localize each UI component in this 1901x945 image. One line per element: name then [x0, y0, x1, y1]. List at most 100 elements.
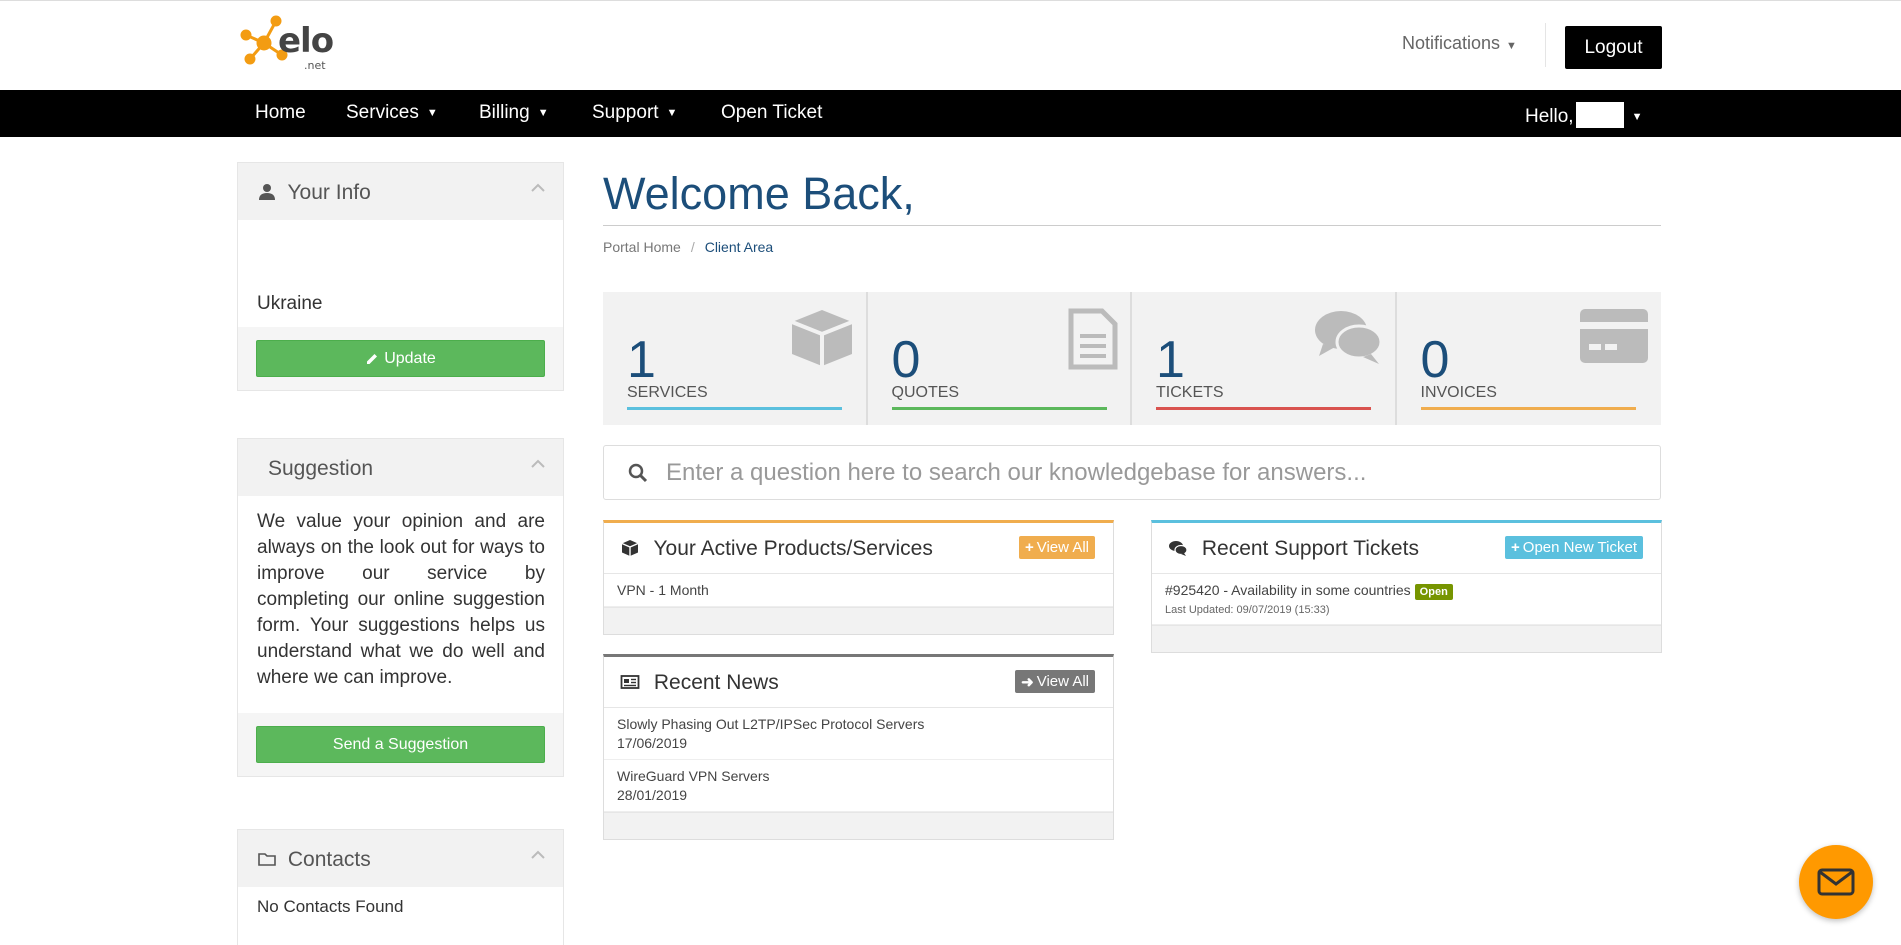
logout-button[interactable]: Logout [1565, 26, 1662, 69]
your-info-panel: Your Info Ukraine Update [237, 162, 564, 391]
chevron-up-icon[interactable] [531, 181, 545, 195]
services-label: SERVICES [627, 384, 708, 401]
contacts-title: Contacts [287, 848, 371, 871]
active-products-header: Your Active Products/Services + View All [604, 523, 1113, 574]
nav-billing[interactable]: Billing ▼ [479, 102, 549, 124]
caret-down-icon: ▼ [666, 107, 678, 119]
logo-suffix: .net [304, 59, 326, 72]
recent-news-title: Recent News [653, 671, 779, 694]
plus-icon: + [1024, 539, 1034, 556]
chat-launcher-button[interactable] [1799, 845, 1873, 919]
notifications-dropdown[interactable]: Notifications ▼ [1402, 33, 1517, 54]
card-footer [604, 607, 1113, 634]
cube-icon [790, 310, 853, 366]
user-icon [259, 184, 275, 200]
open-new-ticket-button[interactable]: + Open New Ticket [1505, 536, 1643, 559]
suggestion-footer: Send a Suggestion [238, 713, 563, 776]
recent-tickets-card: Recent Support Tickets + Open New Ticket … [1151, 520, 1662, 653]
search-input[interactable] [666, 456, 1626, 490]
news-view-all-button[interactable]: ➜ View All [1015, 670, 1095, 693]
document-icon [1068, 308, 1118, 370]
ticket-subject: #925420 - Availability in some countries [1165, 582, 1411, 598]
breadcrumb-portal-home[interactable]: Portal Home [603, 239, 681, 255]
tickets-count: 1 [1156, 331, 1185, 389]
quotes-tile[interactable]: 0 QUOTES [868, 292, 1132, 425]
nav-open-ticket-label: Open Ticket [721, 102, 823, 123]
tickets-tile[interactable]: 1 TICKETS [1132, 292, 1397, 425]
recent-tickets-header: Recent Support Tickets + Open New Ticket [1152, 523, 1661, 574]
recent-news-card: Recent News ➜ View All Slowly Phasing Out… [603, 654, 1114, 840]
knowledgebase-search [603, 445, 1661, 500]
nav-hello-label: Hello, [1525, 106, 1574, 127]
list-item[interactable]: VPN - 1 Month [604, 574, 1113, 607]
contacts-header[interactable]: Contacts [238, 830, 563, 887]
services-count: 1 [627, 331, 656, 389]
nav-support[interactable]: Support ▼ [592, 102, 677, 124]
chevron-up-icon[interactable] [531, 457, 545, 471]
stats-tiles: 1 SERVICES 0 QUOTES 1 TICKETS 0 INVOICES [603, 292, 1661, 425]
suggestion-title: Suggestion [268, 457, 374, 480]
recent-news-header: Recent News ➜ View All [604, 657, 1113, 708]
update-label: Update [384, 349, 436, 367]
send-suggestion-button[interactable]: Send a Suggestion [256, 726, 545, 763]
your-info-header[interactable]: Your Info [238, 163, 563, 220]
your-info-body: Ukraine [238, 220, 563, 327]
chevron-up-icon[interactable] [531, 848, 545, 862]
no-contacts-text: No Contacts Found [257, 897, 404, 916]
your-info-footer: Update [238, 327, 563, 390]
contacts-panel: Contacts No Contacts Found [237, 829, 564, 945]
services-tile[interactable]: 1 SERVICES [603, 292, 868, 425]
header-divider [1545, 23, 1546, 67]
list-item[interactable]: WireGuard VPN Servers 28/01/2019 [604, 760, 1113, 812]
card-footer [604, 812, 1113, 839]
invoices-underline [1420, 407, 1636, 410]
quotes-label: QUOTES [891, 384, 960, 401]
news-date: 17/06/2019 [617, 735, 688, 751]
nav-services[interactable]: Services ▼ [346, 102, 438, 124]
notifications-label: Notifications [1402, 33, 1501, 53]
suggestion-header[interactable]: Suggestion [238, 439, 563, 496]
products-view-all-button[interactable]: + View All [1018, 536, 1095, 559]
logo-word: elo [278, 21, 334, 61]
status-badge: Open [1414, 584, 1453, 600]
product-name: VPN - 1 Month [617, 582, 709, 598]
nav-billing-label: Billing [479, 102, 530, 123]
breadcrumb: Portal Home / Client Area [603, 239, 773, 255]
plus-icon: + [1511, 539, 1520, 556]
your-info-title: Your Info [287, 181, 371, 204]
cube-icon [621, 540, 639, 556]
main-navbar: Home Services ▼ Billing ▼ Support ▼ Open Ti… [0, 90, 1901, 137]
country-text: Ukraine [257, 293, 323, 314]
active-products-title: Your Active Products/Services [653, 537, 933, 560]
title-divider [603, 225, 1661, 226]
envelope-icon [1817, 868, 1855, 896]
caret-down-icon: ▼ [426, 107, 438, 119]
card-footer [1152, 625, 1661, 652]
quotes-count: 0 [891, 331, 921, 389]
tickets-label: TICKETS [1156, 384, 1224, 401]
nav-support-label: Support [592, 102, 659, 123]
redacted-username [1575, 102, 1624, 128]
breadcrumb-client-area: Client Area [704, 239, 774, 255]
invoices-tile[interactable]: 0 INVOICES [1397, 292, 1662, 425]
credit-card-icon [1580, 309, 1648, 363]
newspaper-icon [620, 675, 640, 689]
nav-user-menu[interactable]: Hello, ▼ [1525, 102, 1642, 128]
products-view-all-label: View All [1036, 539, 1089, 556]
news-date: 28/01/2019 [617, 787, 688, 803]
update-button[interactable]: Update [256, 340, 545, 377]
list-item[interactable]: Slowly Phasing Out L2TP/IPSec Protocol S… [604, 708, 1113, 760]
folder-icon [258, 853, 276, 866]
invoices-label: INVOICES [1420, 384, 1497, 401]
news-title: WireGuard VPN Servers [617, 768, 770, 784]
top-header: elo .net Notifications ▼ Logout [0, 0, 1901, 90]
open-new-ticket-label: Open New Ticket [1522, 539, 1637, 556]
page-title: Welcome Back, [603, 168, 915, 219]
list-item[interactable]: #925420 - Availability in some countries… [1152, 574, 1661, 625]
nav-open-ticket[interactable]: Open Ticket [721, 102, 822, 124]
nav-home[interactable]: Home [255, 102, 306, 124]
quotes-underline [891, 407, 1107, 410]
site-logo[interactable]: elo .net [236, 13, 336, 73]
nav-services-label: Services [346, 102, 419, 123]
news-view-all-label: View All [1036, 673, 1089, 690]
